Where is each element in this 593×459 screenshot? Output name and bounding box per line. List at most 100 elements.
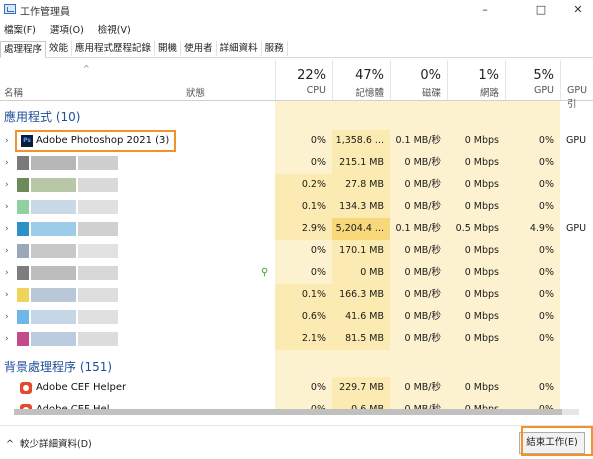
tab-app-history[interactable]: 應用程式歷程記錄 — [72, 41, 156, 56]
cell-network: 0.5 Mbps — [455, 223, 499, 234]
chevron-up-icon: ^ — [6, 439, 14, 450]
expand-chevron-icon[interactable]: › — [5, 306, 9, 328]
cell-network: 0 Mbps — [464, 267, 499, 278]
fewer-details-label: 較少詳細資料(D) — [20, 439, 92, 450]
redacted-process-name — [31, 244, 76, 258]
expand-chevron-icon[interactable]: › — [5, 262, 9, 284]
cell-disk: 0.1 MB/秒 — [395, 223, 441, 234]
column-gpu-engine[interactable]: GPU 引 — [560, 60, 593, 110]
table-row[interactable]: › 2.9% 5,204.4 ... 0.1 MB/秒 0.5 Mbps 4.9% GPU — [0, 218, 593, 240]
expand-chevron-icon[interactable]: › — [5, 328, 9, 350]
redacted-process-name — [78, 266, 118, 280]
table-row[interactable]: › 0.1% 134.3 MB 0 MB/秒 0 Mbps 0% — [0, 196, 593, 218]
cell-network: 0 Mbps — [464, 289, 499, 300]
cell-gpu: 0% — [538, 201, 554, 212]
tab-services[interactable]: 服務 — [262, 41, 288, 56]
cell-network: 0 Mbps — [464, 382, 499, 393]
cell-disk: 0 MB/秒 — [404, 201, 441, 212]
expand-chevron-icon[interactable]: › — [5, 130, 9, 152]
redacted-process-name — [78, 332, 118, 346]
expand-chevron-icon[interactable]: › — [5, 218, 9, 240]
cell-cpu: 0% — [310, 135, 326, 146]
cell-gpu-engine — [560, 328, 593, 350]
sort-arrow-icon[interactable]: ^ — [83, 64, 90, 73]
tab-users[interactable]: 使用者 — [181, 41, 217, 56]
redacted-process-name — [17, 222, 29, 236]
minimize-button[interactable]: – — [470, 0, 500, 20]
column-status[interactable]: 狀態 — [186, 85, 205, 99]
table-row[interactable]: › 2.1% 81.5 MB 0 MB/秒 0 Mbps 0% — [0, 328, 593, 350]
table-row[interactable]: › ⚲ 0% 0 MB 0 MB/秒 0 Mbps 0% — [0, 262, 593, 284]
column-network[interactable]: 1% 網路 — [447, 60, 505, 100]
disk-total: 0% — [420, 68, 441, 83]
group-apps: 應用程式 (10) — [4, 110, 81, 124]
cell-disk: 0 MB/秒 — [404, 382, 441, 393]
menu-view[interactable]: 檢視(V) — [98, 25, 131, 36]
expand-chevron-icon[interactable]: › — [5, 284, 9, 306]
column-memory[interactable]: 47% 記憶體 — [332, 60, 390, 100]
redacted-process-name — [31, 178, 76, 192]
horizontal-scrollbar[interactable] — [14, 409, 579, 415]
end-task-highlight — [521, 426, 593, 456]
cell-memory: 0 MB — [332, 262, 390, 284]
cell-disk: 0 MB/秒 — [404, 289, 441, 300]
column-name[interactable]: 名稱 — [4, 85, 23, 99]
expand-chevron-icon[interactable]: › — [5, 152, 9, 174]
close-button[interactable]: ✕ — [563, 0, 593, 20]
tab-performance[interactable]: 效能 — [46, 41, 73, 56]
table-row[interactable]: › 0.1% 166.3 MB 0 MB/秒 0 Mbps 0% — [0, 284, 593, 306]
scrollbar-thumb[interactable] — [14, 409, 562, 415]
expand-chevron-icon[interactable]: › — [5, 174, 9, 196]
footer: ^ 較少詳細資料(D) 結束工作(E) — [0, 425, 593, 459]
redacted-process-name — [17, 156, 29, 170]
cell-cpu: 0% — [310, 157, 326, 168]
photoshop-highlight — [15, 130, 176, 152]
process-name: Adobe CEF Hel... — [36, 399, 119, 409]
redacted-process-name — [78, 310, 118, 324]
table-row[interactable]: › 0.6% 41.6 MB 0 MB/秒 0 Mbps 0% — [0, 306, 593, 328]
tab-startup[interactable]: 開機 — [155, 41, 182, 56]
table-row[interactable]: › 0% 170.1 MB 0 MB/秒 0 Mbps 0% — [0, 240, 593, 262]
cell-gpu: 0% — [538, 135, 554, 146]
cell-gpu-engine — [560, 174, 593, 196]
expand-chevron-icon[interactable]: › — [5, 240, 9, 262]
cell-memory: 229.7 MB — [332, 377, 390, 399]
tab-strip: 處理程序 效能 應用程式歷程記錄 開機 使用者 詳細資料 服務 — [0, 41, 593, 58]
cell-gpu: 0% — [538, 267, 554, 278]
table-row[interactable]: › 0.2% 27.8 MB 0 MB/秒 0 Mbps 0% — [0, 174, 593, 196]
expand-chevron-icon[interactable]: › — [5, 196, 9, 218]
redacted-process-name — [31, 222, 76, 236]
maximize-button[interactable]: □ — [526, 0, 556, 20]
cell-memory: 215.1 MB — [332, 152, 390, 174]
column-disk[interactable]: 0% 磁碟 — [390, 60, 447, 100]
tab-details[interactable]: 詳細資料 — [217, 41, 262, 56]
column-gpu[interactable]: 5% GPU — [505, 60, 560, 100]
cell-memory: 81.5 MB — [332, 328, 390, 350]
table-row[interactable]: › 0% 215.1 MB 0 MB/秒 0 Mbps 0% — [0, 152, 593, 174]
cell-gpu-engine — [560, 152, 593, 174]
gpu-engine-label: GPU 引 — [567, 85, 588, 110]
menu-options[interactable]: 選項(O) — [50, 25, 84, 36]
window-title: 工作管理員 — [20, 7, 70, 18]
cell-disk: 0 MB/秒 — [404, 333, 441, 344]
redacted-process-name — [78, 288, 118, 302]
tab-processes[interactable]: 處理程序 — [0, 41, 47, 58]
cell-memory: 27.8 MB — [332, 174, 390, 196]
disk-label: 磁碟 — [421, 88, 441, 99]
cell-gpu: 0% — [538, 179, 554, 190]
redacted-process-name — [31, 200, 76, 214]
cell-gpu: 0% — [538, 289, 554, 300]
cell-gpu: 0% — [538, 311, 554, 322]
redacted-process-name — [17, 244, 29, 258]
cell-cpu: 0.1% — [275, 284, 332, 306]
cell-gpu-engine — [560, 262, 593, 284]
menu-file[interactable]: 檔案(F) — [4, 25, 36, 36]
column-cpu[interactable]: 22% CPU — [275, 60, 332, 100]
cell-cpu: 0.2% — [275, 174, 332, 196]
cell-memory: 170.1 MB — [332, 240, 390, 262]
cell-cpu: 2.1% — [275, 328, 332, 350]
table-row[interactable]: Adobe CEF Helper 0% 229.7 MB 0 MB/秒 0 Mbps 0% — [0, 377, 593, 399]
fewer-details-link[interactable]: ^ 較少詳細資料(D) — [6, 436, 92, 450]
redacted-process-name — [17, 288, 29, 302]
table-row[interactable]: Adobe CEF Hel...0%0.6 MB0 MB/秒0 Mbps0% — [0, 399, 593, 409]
